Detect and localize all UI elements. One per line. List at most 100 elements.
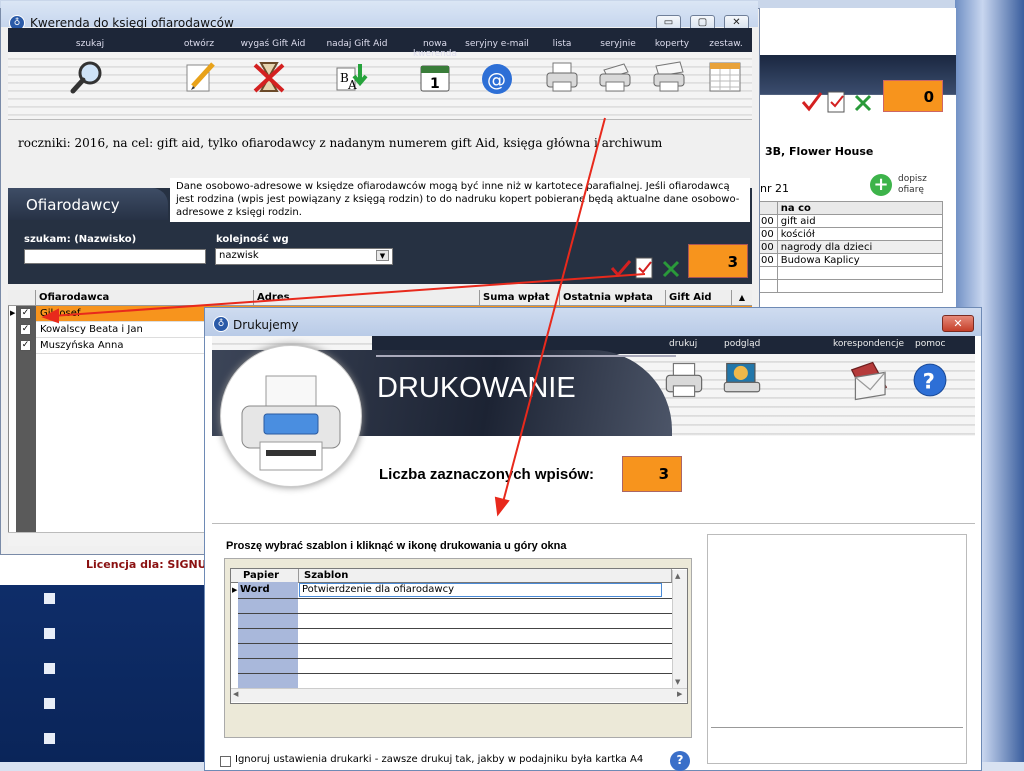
address-text: 3B, Flower House xyxy=(765,145,874,158)
toolbar-label-open[interactable]: otwórz xyxy=(164,39,234,49)
preview-icon[interactable] xyxy=(722,360,762,400)
toolbar-label-summary[interactable]: zestaw. xyxy=(691,39,761,49)
background-count: 0 xyxy=(883,80,943,112)
table-cell[interactable]: kościół xyxy=(776,227,944,241)
row-checkbox[interactable]: ✓ xyxy=(20,324,31,335)
desktop-bullet xyxy=(44,628,55,639)
divider xyxy=(212,523,975,524)
scroll-down-icon[interactable]: ▼ xyxy=(675,678,680,686)
donation-purpose-table: na co 00 gift aid 00 kościół 00 nagrody dla… xyxy=(757,201,944,293)
info-text: Dane osobowo-adresowe w księdze ofiaroda… xyxy=(170,178,750,222)
row-checkbox[interactable]: ✓ xyxy=(20,308,31,319)
print-window-titlebar[interactable] xyxy=(205,308,981,336)
toolbar-label-expire-gift-aid[interactable]: wygaś Gift Aid xyxy=(238,39,308,49)
table-cell-template[interactable]: Potwierdzenie dla ofiarodawcy xyxy=(299,583,662,597)
envelope-printer-icon[interactable] xyxy=(652,60,686,94)
confirm-icons[interactable] xyxy=(800,88,880,114)
grid-line xyxy=(238,643,672,644)
toolbar-label-assign-gift-aid[interactable]: nadaj Gift Aid xyxy=(322,39,392,49)
search-input[interactable] xyxy=(24,249,206,264)
printer-icon[interactable] xyxy=(545,60,579,94)
desktop-bullet xyxy=(44,698,55,709)
current-row-icon: ▶ xyxy=(232,586,238,594)
toolbar-label-new-query[interactable]: nowa kwerenda xyxy=(400,39,470,59)
svg-text:?: ? xyxy=(923,368,935,393)
banner-line xyxy=(376,355,676,357)
calendar-icon[interactable]: 1 xyxy=(418,60,452,94)
ba-arrow-icon[interactable]: B A xyxy=(334,60,368,94)
large-printer-icon xyxy=(241,375,341,471)
serial-printer-icon[interactable] xyxy=(598,60,632,94)
app-logo-icon: ♁ xyxy=(213,316,229,332)
horizontal-scrollbar[interactable] xyxy=(8,532,208,546)
close-button[interactable]: ✕ xyxy=(942,315,974,332)
window-title: Drukujemy xyxy=(233,318,299,332)
table-cell[interactable]: gift aid xyxy=(776,214,944,228)
grid-header-template[interactable]: Szablon xyxy=(299,569,672,583)
vertical-scrollbar[interactable] xyxy=(672,570,687,688)
current-row-icon: ▶ xyxy=(10,309,16,317)
template-preview-panel xyxy=(707,534,967,764)
table-cell[interactable]: Budowa Kaplicy xyxy=(776,253,944,267)
at-icon[interactable]: @ xyxy=(480,62,514,96)
scroll-right-icon[interactable]: ▶ xyxy=(677,690,682,698)
scroll-left-icon[interactable]: ◀ xyxy=(233,690,238,698)
table-cell: 00 xyxy=(757,253,778,267)
template-instruction: Proszę wybrać szablon i kliknąć w ikonę … xyxy=(226,540,567,552)
selected-count-label: Liczba zaznaczonych wpisów: xyxy=(379,466,595,483)
scroll-up-icon[interactable]: ▲ xyxy=(675,572,680,580)
hourglass-x-icon[interactable] xyxy=(252,60,286,94)
row-checkbox[interactable]: ✓ xyxy=(20,340,31,351)
add-donation-icon[interactable]: + xyxy=(870,174,892,196)
grid-corner xyxy=(8,290,36,306)
divider xyxy=(711,727,963,728)
table-cell[interactable]: nagrody dla dzieci xyxy=(776,240,944,254)
table-header: na co xyxy=(776,201,944,215)
search-label: szukam: (Nazwisko) xyxy=(24,234,137,245)
ignore-printer-label: Ignoruj ustawienia drukarki - zawsze dru… xyxy=(235,754,644,765)
toolbar-label-preview[interactable]: podgląd xyxy=(724,339,760,349)
table-cell: 00 xyxy=(757,227,778,241)
grid-header-paper[interactable]: Papier xyxy=(238,569,299,583)
spreadsheet-icon[interactable] xyxy=(708,60,742,94)
toolbar-label-correspondence[interactable]: korespondencje xyxy=(833,339,904,349)
toolbar-label-help[interactable]: pomoc xyxy=(915,339,945,349)
grid-header-sum[interactable]: Suma wpłat xyxy=(480,290,560,306)
order-select[interactable]: nazwisk xyxy=(215,248,393,265)
number-text: nr 21 xyxy=(760,182,789,195)
ignore-printer-checkbox[interactable] xyxy=(220,756,231,767)
horizontal-scrollbar[interactable] xyxy=(231,688,687,702)
printer-icon[interactable] xyxy=(664,360,704,400)
help-icon[interactable]: ? xyxy=(912,362,948,398)
order-label: kolejność wg xyxy=(216,234,289,245)
toolbar-label-serial-email[interactable]: seryjny e-mail xyxy=(462,39,532,49)
magnifier-icon[interactable] xyxy=(70,60,104,94)
grid-line xyxy=(238,628,672,629)
toolbar-label-print[interactable]: drukuj xyxy=(669,339,697,349)
confirm-icons[interactable] xyxy=(610,256,688,280)
grid-header-gift-aid[interactable]: Gift Aid xyxy=(666,290,732,306)
table-cell: 00 xyxy=(757,214,778,228)
scroll-up-icon[interactable]: ▲ xyxy=(732,290,752,306)
pencil-note-icon[interactable] xyxy=(183,60,217,94)
envelope-icon[interactable] xyxy=(848,360,890,402)
table-cell: 00 xyxy=(757,240,778,254)
table-cell-paper[interactable]: Word xyxy=(240,584,270,595)
selected-count: 3 xyxy=(622,456,682,492)
desktop-bullet xyxy=(44,663,55,674)
grid-line xyxy=(238,598,672,599)
help-icon[interactable]: ? xyxy=(670,751,690,771)
add-donation-label[interactable]: dopisz ofiarę xyxy=(898,174,927,196)
desktop-bullet xyxy=(44,593,55,604)
toolbar-label-search[interactable]: szukaj xyxy=(55,39,125,49)
grid-line xyxy=(238,658,672,659)
grid-line xyxy=(238,613,672,614)
grid-header-donor[interactable]: Ofiarodawca xyxy=(36,290,254,306)
svg-text:@: @ xyxy=(487,69,506,91)
grid-header-address[interactable]: Adres xyxy=(254,290,480,306)
svg-text:1: 1 xyxy=(430,76,440,92)
grid-header-last-payment[interactable]: Ostatnia wpłata xyxy=(560,290,666,306)
chevron-down-icon[interactable]: ▼ xyxy=(376,250,389,261)
grid-line xyxy=(238,673,672,674)
selected-count: 3 xyxy=(688,244,748,278)
